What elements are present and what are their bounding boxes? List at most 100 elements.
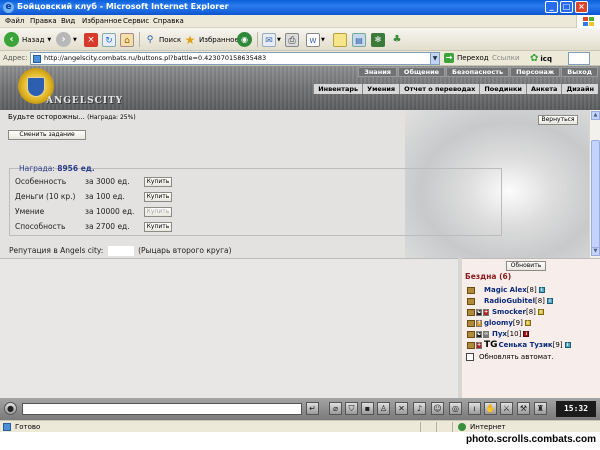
nav-battles[interactable]: Поединки [479,84,526,94]
scroll-thumb[interactable] [591,140,600,250]
home-icon: ⌂ [120,32,134,47]
hands-icon[interactable]: ✋ [484,402,497,415]
nav-character[interactable]: Персонаж [510,67,561,77]
menu-edit[interactable]: Правка [30,17,57,25]
chat-mode-icon[interactable]: ● [4,402,17,415]
minimize-button[interactable]: _ [545,1,558,13]
nav-profile[interactable]: Анкета [525,84,562,94]
address-dropdown[interactable]: ▼ [430,52,440,65]
info-icon[interactable]: i [523,331,530,337]
stop-button[interactable]: × [84,31,98,48]
game-clock: 15:32 [556,401,596,417]
user-row[interactable]: ☯ ∞ Пух [10] i [467,329,530,339]
save-icon[interactable]: ▪ [361,402,374,415]
people-button[interactable]: ♣ [390,31,404,48]
back-to-game-button[interactable]: Вернуться [538,115,578,125]
nav-exit[interactable]: Выход [561,67,598,77]
clear-icon[interactable]: ⌀ [329,402,342,415]
edit-document-icon: W [306,32,320,47]
address-input[interactable]: http://angelscity.combats.ru/buttons.pl?… [30,52,438,65]
discuss-button[interactable] [333,31,347,48]
user-row[interactable]: ↑ gloomy [9] i [467,318,531,328]
user-row[interactable]: RadioGubitel [8] i [467,296,553,306]
nav-design[interactable]: Дизайн [561,84,598,94]
refresh-list-button[interactable]: Обновить [506,261,546,271]
messenger-button[interactable]: ✻ [371,31,385,48]
menu-bar: Файл Правка Вид Избранное Сервис Справка [0,15,600,28]
search-button[interactable]: ⚲ Поиск [143,31,181,48]
tools-icon[interactable]: ✕ [395,402,408,415]
mail-button[interactable]: ✉ ▼ [262,31,281,48]
icq-button[interactable]: ✿ icq [530,53,552,64]
buy-money-button[interactable]: Купить [144,192,172,202]
nav-communication[interactable]: Общение [397,67,446,77]
chat-input[interactable] [22,403,302,415]
user-row[interactable]: Magic Alex [8] i [467,285,545,295]
filter-icon[interactable]: ⛉ [345,402,358,415]
page-icon [33,55,41,63]
reward-line: Награда: 8956 ед. [19,164,95,173]
print-button[interactable]: ⎙ [285,31,299,48]
info-icon[interactable]: i [537,309,544,315]
icq-search-input[interactable] [568,52,590,65]
info-icon[interactable]: i [564,342,571,348]
menu-favorites[interactable]: Избранное [82,17,122,25]
chat-area[interactable] [0,258,458,398]
rank-badge-icon: ↑ [476,319,482,327]
nav-transfer-report[interactable]: Отчет о переводах [399,84,480,94]
info-icon[interactable]: i [538,287,545,293]
address-bar: Адрес: http://angelscity.combats.ru/butt… [0,51,600,66]
menu-help[interactable]: Справка [153,17,184,25]
checkbox-icon[interactable] [466,353,474,361]
mood-icon[interactable]: ı [468,402,481,415]
menu-file[interactable]: Файл [5,17,24,25]
watermark: photo.scrolls.combats.com [0,432,600,450]
battle-icon[interactable]: ⚔ [500,402,513,415]
nav-knowledge[interactable]: Знания [358,67,397,77]
content-scrollbar[interactable]: ▲ ▼ [589,110,600,258]
forward-button[interactable]: › ▼ [56,31,77,48]
weapon-icon[interactable]: ⚒ [517,402,530,415]
buy-ability-button[interactable]: Купить [144,222,172,232]
research-button[interactable]: ▤ [352,31,366,48]
user-row[interactable]: + TG Сенька Тузик [9] i [467,340,571,350]
edit-button[interactable]: W ▼ [306,31,325,48]
person-icon[interactable]: ♙ [377,402,390,415]
favorites-button[interactable]: ★ Избранное [183,31,239,48]
menu-tools[interactable]: Сервис [123,17,149,25]
info-icon[interactable]: i [546,298,553,304]
close-button[interactable]: × [575,1,588,13]
back-button[interactable]: ‹ Назад ▼ [4,31,51,48]
nav-inventory[interactable]: Инвентарь [313,84,363,94]
links-label[interactable]: Ссылки [492,54,520,62]
go-button[interactable]: → Переход [444,53,489,63]
armor-icon[interactable]: ♜ [534,402,547,415]
shield-icon [27,77,45,97]
nav-skills[interactable]: Умения [362,84,400,94]
auto-refresh-checkbox[interactable]: Обновлять автомат. [466,353,554,361]
warning-text: Будьте осторожны... (Награда: 25%) [8,113,136,121]
menu-view[interactable]: Вид [61,17,75,25]
music-icon[interactable]: ♪ [413,402,426,415]
settings-icon[interactable]: ◎ [449,402,462,415]
scroll-down-icon[interactable]: ▼ [591,247,600,256]
home-button[interactable]: ⌂ [120,31,134,48]
scroll-up-icon[interactable]: ▲ [591,111,600,120]
user-row[interactable]: ☯ + Smocker [8] i [467,307,544,317]
alignment-badge-icon: ∞ [483,330,489,338]
private-message-icon [467,330,475,338]
nav-security[interactable]: Безопасность [446,67,510,77]
info-icon[interactable]: i [524,320,531,326]
refresh-button[interactable]: ↻ [102,31,116,48]
logo-text: ANGELSCITY [46,96,124,106]
star-icon: ★ [184,32,196,47]
maximize-button[interactable]: □ [560,1,573,13]
status-zone: Интернет [458,423,506,431]
page-area: ANGELSCITY Знания Общение Безопасность П… [0,66,600,420]
smile-icon[interactable]: ☺ [431,402,444,415]
user-list: Обновить Бездна (6) Magic Alex [8] i Radi… [462,258,600,398]
send-icon[interactable]: ↵ [306,402,319,415]
buy-feature-button[interactable]: Купить [144,177,172,187]
change-task-button[interactable]: Сменить задание [8,130,86,140]
media-button[interactable]: ◉ [237,31,252,48]
